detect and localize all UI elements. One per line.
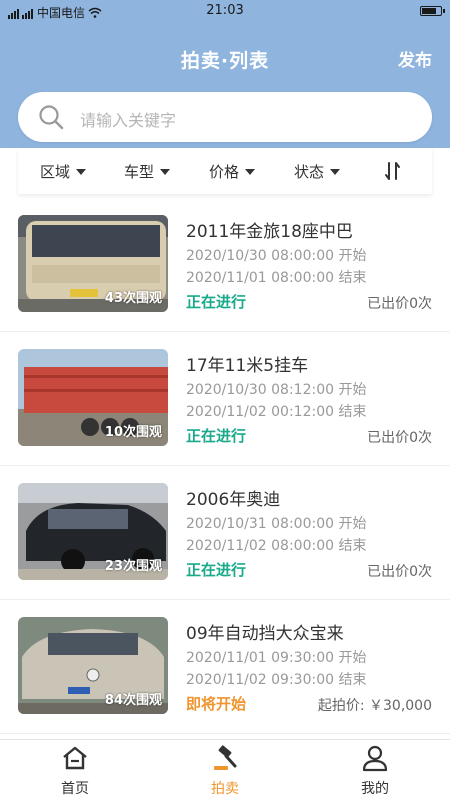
battery-icon — [420, 6, 445, 16]
search-placeholder: 请输入关键字 — [80, 111, 177, 130]
view-count: 43次围观 — [104, 291, 162, 306]
header: 拍卖·列表 发布 请输入关键字 — [0, 24, 450, 148]
page-title: 拍卖·列表 — [180, 50, 270, 72]
item-title: 17年11米5挂车 — [186, 356, 309, 376]
caret-down-icon — [245, 168, 256, 175]
tab-label: 我的 — [361, 781, 389, 797]
bid-info: 已出价0次 — [367, 564, 432, 580]
caret-down-icon — [330, 168, 341, 175]
filter-label: 状态 — [294, 163, 325, 181]
item-title: 2011年金旅18座中巴 — [186, 222, 353, 242]
tab-bar: 首页 拍卖 我的 — [0, 739, 450, 800]
auction-item[interactable]: 43次围观 2011年金旅18座中巴 2020/10/30 08:00:00 开… — [0, 198, 450, 332]
search-input[interactable]: 请输入关键字 — [18, 92, 432, 142]
auction-status: 正在进行 — [186, 561, 247, 579]
filter-region[interactable]: 区域 — [40, 161, 87, 182]
auction-status: 正在进行 — [186, 293, 247, 311]
tab-label: 拍卖 — [211, 781, 239, 797]
filter-label: 车型 — [124, 163, 155, 181]
tab-home[interactable]: 首页 — [0, 740, 150, 800]
vehicle-thumbnail: 10次围观 — [18, 349, 168, 446]
vehicle-thumbnail: 43次围观 — [18, 215, 168, 312]
view-count: 84次围观 — [104, 693, 162, 708]
item-title: 09年自动挡大众宝来 — [186, 624, 344, 644]
status-bar: 中国电信 21:03 — [0, 0, 450, 24]
auction-item[interactable]: 10次围观 17年11米5挂车 2020/10/30 08:12:00 开始 2… — [0, 332, 450, 466]
home-icon — [63, 746, 87, 770]
auction-status: 正在进行 — [186, 427, 247, 445]
filter-label: 区域 — [40, 163, 71, 181]
view-count: 10次围观 — [104, 425, 162, 440]
filter-status[interactable]: 状态 — [294, 161, 341, 182]
start-time: 2020/11/01 09:30:00 开始 — [186, 650, 367, 666]
end-time: 2020/11/02 09:30:00 结束 — [186, 672, 367, 688]
start-time: 2020/10/31 08:00:00 开始 — [186, 516, 367, 532]
end-time: 2020/11/02 00:12:00 结束 — [186, 404, 367, 420]
tab-mine[interactable]: 我的 — [300, 740, 450, 800]
filter-price[interactable]: 价格 — [209, 161, 256, 182]
user-icon — [362, 745, 388, 772]
tab-label: 首页 — [61, 781, 89, 797]
item-title: 2006年奥迪 — [186, 490, 281, 510]
filter-vehicle-type[interactable]: 车型 — [124, 161, 171, 182]
search-icon — [39, 105, 64, 130]
sort-icon[interactable] — [384, 161, 402, 181]
filter-label: 价格 — [209, 163, 240, 181]
start-time: 2020/10/30 08:12:00 开始 — [186, 382, 367, 398]
view-count: 23次围观 — [104, 559, 162, 574]
bid-info: 起拍价: ￥30,000 — [317, 698, 432, 714]
bid-info: 已出价0次 — [367, 430, 432, 446]
status-time: 21:03 — [206, 3, 244, 18]
end-time: 2020/11/02 08:00:00 结束 — [186, 538, 367, 554]
caret-down-icon — [160, 168, 171, 175]
bid-info: 已出价0次 — [367, 296, 432, 312]
auction-status: 即将开始 — [186, 695, 247, 713]
end-time: 2020/11/01 08:00:00 结束 — [186, 270, 367, 286]
auction-item[interactable]: 84次围观 09年自动挡大众宝来 2020/11/01 09:30:00 开始 … — [0, 600, 450, 734]
caret-down-icon — [76, 168, 87, 175]
tab-auction[interactable]: 拍卖 — [150, 740, 300, 800]
publish-button[interactable]: 发布 — [398, 46, 432, 71]
auction-item[interactable]: 23次围观 2006年奥迪 2020/10/31 08:00:00 开始 202… — [0, 466, 450, 600]
start-time: 2020/10/30 08:00:00 开始 — [186, 248, 367, 264]
vehicle-thumbnail: 84次围观 — [18, 617, 168, 714]
gavel-icon — [214, 745, 237, 770]
vehicle-thumbnail: 23次围观 — [18, 483, 168, 580]
filter-bar: 区域 车型 价格 状态 — [18, 148, 432, 194]
